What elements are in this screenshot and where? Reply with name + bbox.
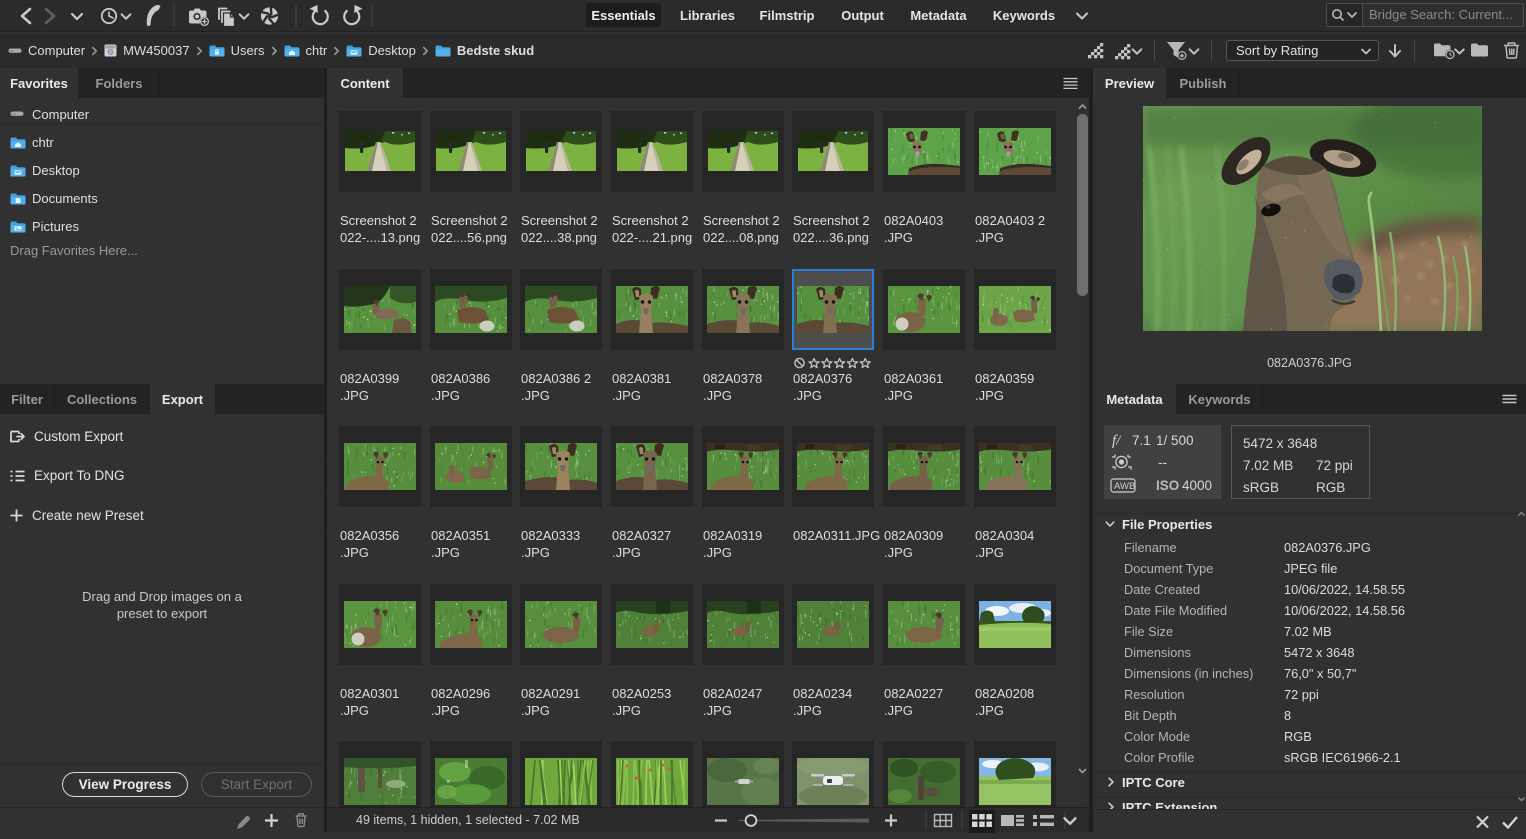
svg-text:4000: 4000 [1182, 478, 1212, 493]
svg-text:ISO: ISO [1156, 478, 1179, 493]
svg-text:1/ 500: 1/ 500 [1156, 433, 1194, 448]
svg-text:--: -- [1158, 455, 1167, 470]
svg-text:7.1: 7.1 [1132, 433, 1151, 448]
svg-text:AWB: AWB [1114, 481, 1135, 492]
svg-text:f/: f/ [1112, 433, 1122, 449]
